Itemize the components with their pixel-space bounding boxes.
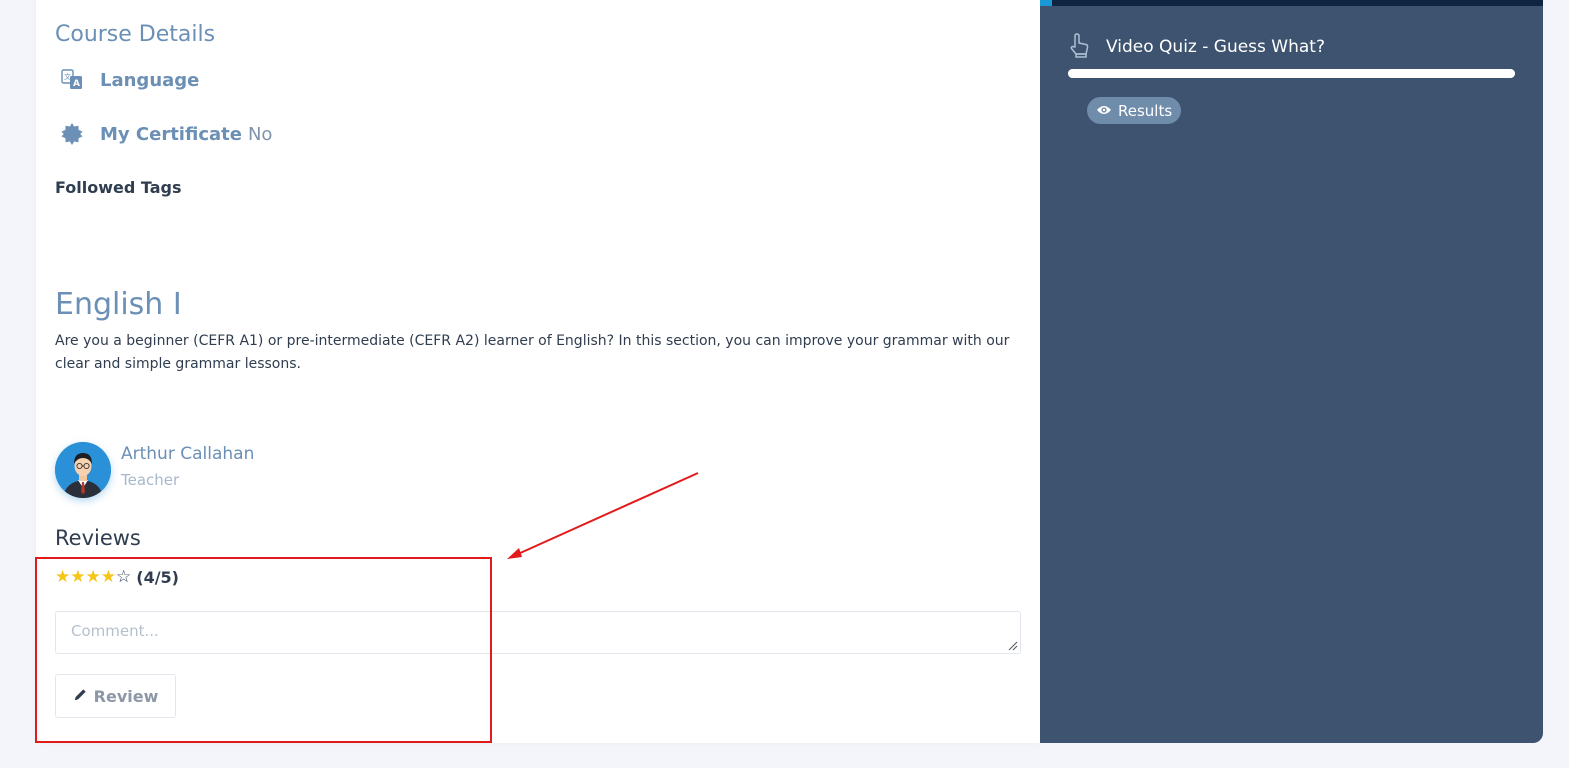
annotation-arrow xyxy=(507,472,699,559)
